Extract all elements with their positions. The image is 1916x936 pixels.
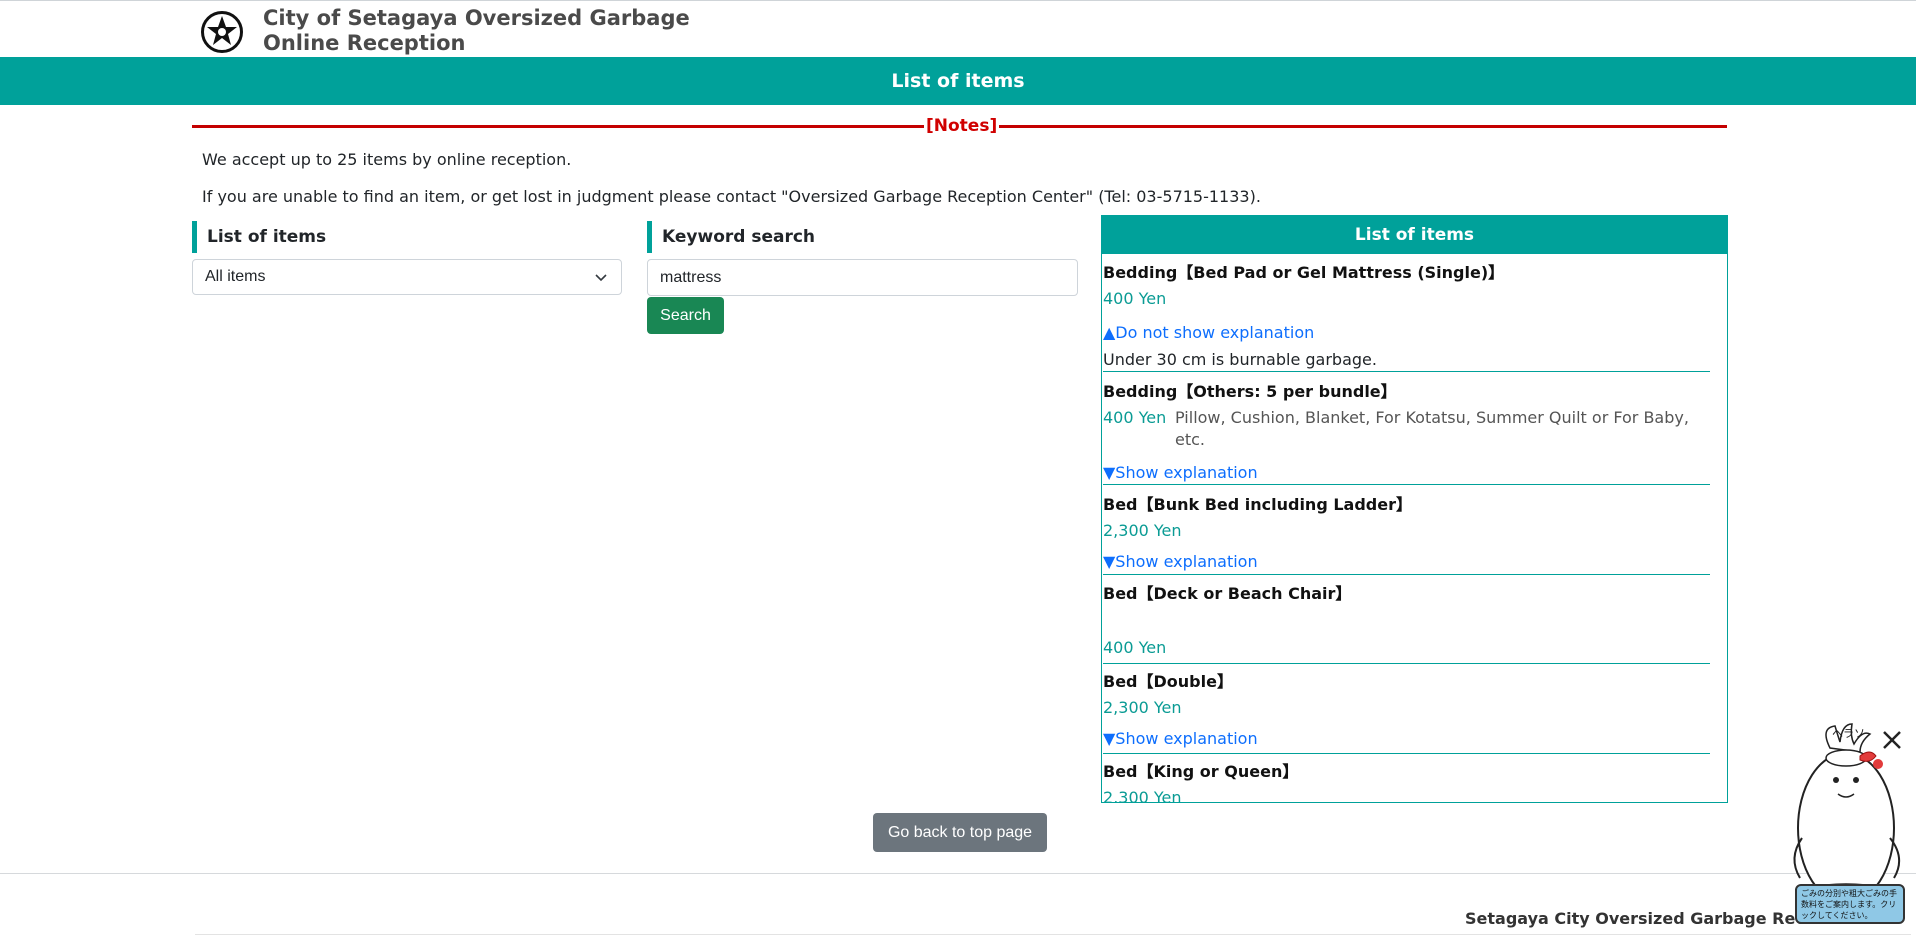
search-button[interactable]: Search xyxy=(647,297,724,334)
item-name: Bed【Double】 xyxy=(1103,672,1233,691)
item-explanation: Under 30 cm is burnable garbage. xyxy=(1103,350,1377,369)
list-item: Bedding【Others: 5 per bundle】 400 Yen Pi… xyxy=(1103,372,1710,485)
close-icon[interactable] xyxy=(1880,728,1904,752)
item-price: 400 Yen xyxy=(1103,408,1167,427)
note-limit: We accept up to 25 items by online recep… xyxy=(202,150,572,169)
mascot-name: ヘラソ xyxy=(1832,727,1865,740)
item-name: Bedding【Others: 5 per bundle】 xyxy=(1103,382,1397,401)
keyword-heading: Keyword search xyxy=(647,221,815,253)
back-to-top-button[interactable]: Go back to top page xyxy=(873,813,1047,852)
item-price: 2,300 Yen xyxy=(1103,788,1182,803)
page-title: List of items xyxy=(891,70,1025,92)
show-explanation-link[interactable]: ▼Show explanation xyxy=(1103,729,1258,749)
category-select[interactable]: All items xyxy=(192,259,622,295)
show-explanation-link[interactable]: ▼Show explanation xyxy=(1103,552,1258,572)
list-item: Bed【Bunk Bed including Ladder】 2,300 Yen… xyxy=(1103,485,1710,575)
results-panel: List of items Bedding【Bed Pad or Gel Mat… xyxy=(1101,215,1728,803)
list-item: Bed【King or Queen】 2,300 Yen xyxy=(1103,754,1710,803)
item-name: Bed【King or Queen】 xyxy=(1103,762,1299,781)
notes-label: [Notes] xyxy=(924,115,1000,137)
footer-divider xyxy=(0,873,1916,874)
page-banner: List of items xyxy=(0,57,1916,105)
item-name: Bed【Deck or Beach Chair】 xyxy=(1103,584,1352,603)
site-title-line2: Online Reception xyxy=(263,31,466,55)
site-title-line1: City of Setagaya Oversized Garbage xyxy=(263,6,690,30)
setagaya-emblem-icon[interactable] xyxy=(200,10,244,54)
footer-bottom-line xyxy=(195,934,1911,935)
show-explanation-link[interactable]: ▼Show explanation xyxy=(1103,463,1258,483)
item-name: Bedding【Bed Pad or Gel Mattress (Single)… xyxy=(1103,263,1505,282)
list-item: Bed【Deck or Beach Chair】 400 Yen xyxy=(1103,575,1710,664)
list-item: Bed【Double】 2,300 Yen ▼Show explanation xyxy=(1103,664,1710,754)
item-price: 400 Yen xyxy=(1103,289,1167,308)
mascot-speech-bubble[interactable]: ごみの分別や粗大ごみの手数料をご案内します。クリックしてください。 xyxy=(1795,884,1905,924)
item-price: 2,300 Yen xyxy=(1103,521,1182,540)
item-description: Pillow, Cushion, Blanket, For Kotatsu, S… xyxy=(1175,408,1689,449)
item-name: Bed【Bunk Bed including Ladder】 xyxy=(1103,495,1412,514)
list-item: Bedding【Bed Pad or Gel Mattress (Single)… xyxy=(1103,254,1710,372)
note-contact: If you are unable to find an item, or ge… xyxy=(202,187,1261,206)
list-heading: List of items xyxy=(192,221,326,253)
hide-explanation-link[interactable]: ▲Do not show explanation xyxy=(1103,323,1314,343)
item-price: 400 Yen xyxy=(1103,638,1167,657)
category-select-value: All items xyxy=(205,268,266,285)
footer-text: Setagaya City Oversized Garbage Rec xyxy=(1465,909,1805,928)
results-heading: List of items xyxy=(1102,216,1727,254)
site-title[interactable]: City of Setagaya Oversized Garbage Onlin… xyxy=(263,6,690,56)
keyword-input[interactable]: mattress xyxy=(647,259,1078,296)
chevron-down-icon xyxy=(595,274,607,282)
site-header: City of Setagaya Oversized Garbage Onlin… xyxy=(0,1,1916,57)
item-price: 2,300 Yen xyxy=(1103,698,1182,717)
